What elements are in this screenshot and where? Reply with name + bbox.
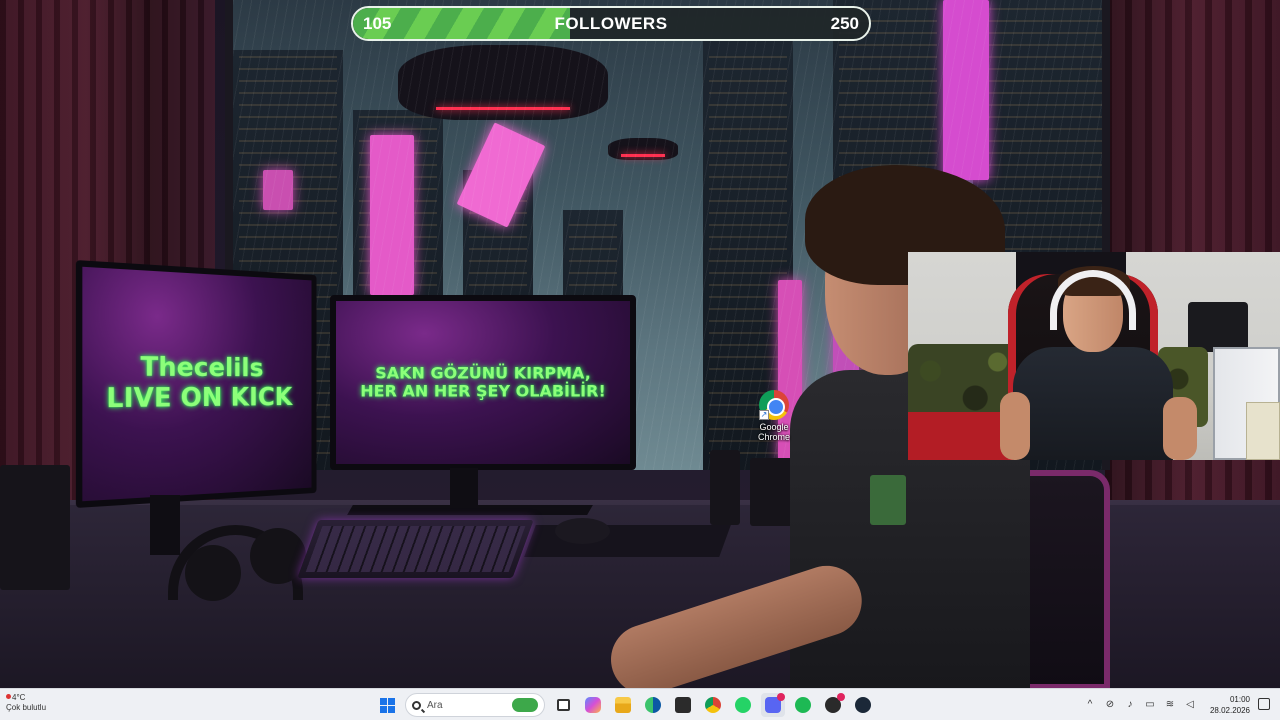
- webcam-overlay: [908, 252, 1280, 460]
- whatsapp-icon: [735, 697, 751, 713]
- search-highlight-icon: [512, 698, 538, 712]
- search-placeholder: Ara: [427, 699, 443, 711]
- microphone-icon[interactable]: ♪: [1124, 699, 1136, 711]
- chrome-icon: [705, 697, 721, 713]
- copilot-icon: [585, 697, 601, 713]
- steam-button[interactable]: [851, 693, 875, 717]
- tray-time: 01:00: [1229, 695, 1250, 704]
- edge-button[interactable]: [641, 693, 665, 717]
- start-button[interactable]: [375, 693, 399, 717]
- desktop-icon-google-chrome[interactable]: ↗ Google Chrome: [752, 390, 796, 442]
- wifi-icon[interactable]: ≋: [1164, 699, 1176, 711]
- notification-badge: [777, 693, 785, 701]
- chrome-button[interactable]: [701, 693, 725, 717]
- monitor-right-line1: SAKN GÖZÜNÜ KIRPMA,: [375, 363, 591, 383]
- copilot-button[interactable]: [581, 693, 605, 717]
- followers-goal-bar: 105 FOLLOWERS 250: [351, 6, 871, 41]
- weather-widget[interactable]: 4°C Çok bulutlu: [6, 693, 46, 713]
- monitor-left-line1: Thecelils: [140, 352, 264, 384]
- taskbar: 4°C Çok bulutlu Ara ^ ⊘ ♪ ▭ ≋ ◁ 01:00 28…: [0, 688, 1280, 720]
- steam-icon: [855, 697, 871, 713]
- search-icon: [412, 700, 421, 710]
- taskbar-apps: Ara: [375, 693, 875, 717]
- followers-goal: 250: [830, 14, 859, 33]
- wallpaper-monitor-left: Thecelils LIVE ON KICK: [75, 259, 317, 509]
- shortcut-arrow-icon: ↗: [759, 410, 769, 420]
- whatsapp-button[interactable]: [731, 693, 755, 717]
- system-tray: ^ ⊘ ♪ ▭ ≋ ◁ 01:00 28.02.2026: [1084, 693, 1250, 717]
- obs-button[interactable]: [821, 693, 845, 717]
- task-view-icon: [556, 699, 570, 711]
- spotify-button[interactable]: [791, 693, 815, 717]
- spotify-icon: [795, 697, 811, 713]
- followers-label: FOLLOWERS: [554, 14, 668, 33]
- edge-icon: [645, 697, 661, 713]
- network-off-icon[interactable]: ⊘: [1104, 699, 1116, 711]
- notification-icon[interactable]: [1258, 698, 1270, 710]
- wallpaper-monitor-right: SAKN GÖZÜNÜ KIRPMA, HER AN HER ŞEY OLABİ…: [330, 295, 636, 470]
- weather-temp: 4°C: [12, 693, 26, 702]
- weather-alert-icon: [6, 694, 11, 699]
- monitor-left-line2: LIVE ON KICK: [106, 382, 293, 415]
- tray-clock[interactable]: 01:00 28.02.2026: [1210, 694, 1250, 716]
- task-view-button[interactable]: [551, 693, 575, 717]
- windows-icon: [379, 697, 395, 713]
- monitor-right-line2: HER AN HER ŞEY OLABİLİR!: [360, 381, 606, 401]
- monitor-icon[interactable]: ▭: [1144, 699, 1156, 711]
- file-explorer-button[interactable]: [611, 693, 635, 717]
- desktop-icon-label: Google Chrome: [757, 422, 790, 442]
- store-button[interactable]: [671, 693, 695, 717]
- tray-date: 28.02.2026: [1209, 706, 1250, 715]
- keyboard: [297, 520, 534, 578]
- recording-badge: [837, 693, 845, 701]
- folder-icon: [615, 697, 631, 713]
- store-icon: [675, 697, 691, 713]
- weather-desc: Çok bulutlu: [6, 703, 47, 712]
- chevron-up-icon[interactable]: ^: [1084, 699, 1096, 711]
- taskbar-search[interactable]: Ara: [405, 693, 545, 717]
- discord-button[interactable]: [761, 693, 785, 717]
- volume-icon[interactable]: ◁: [1184, 699, 1196, 711]
